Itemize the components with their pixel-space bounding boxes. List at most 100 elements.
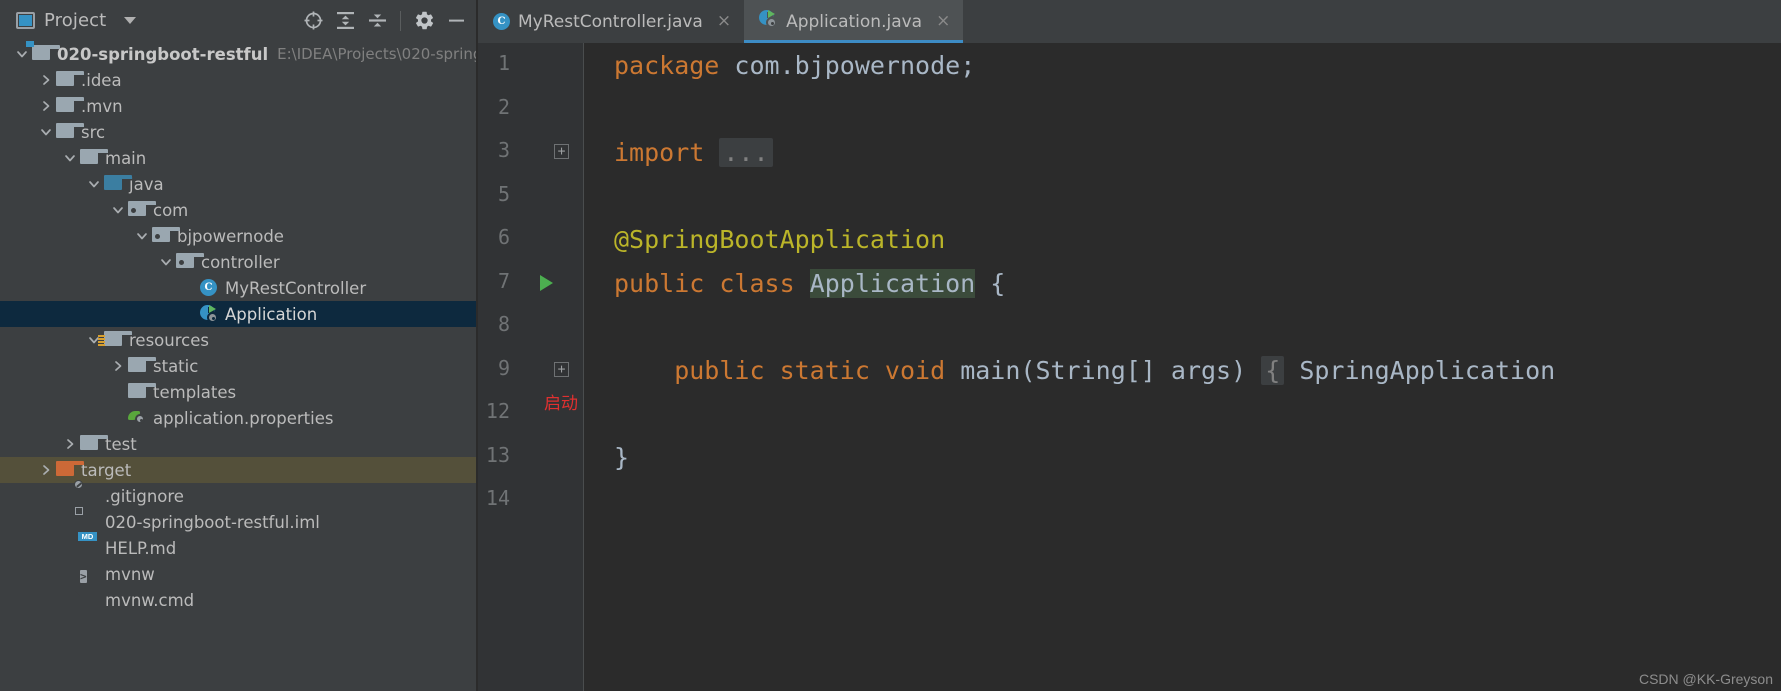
editor-tab-myrestcontroller-java[interactable]: C MyRestController.java × bbox=[478, 0, 744, 43]
editor-tab-application-java[interactable]: Application.java × bbox=[744, 0, 964, 43]
code-token: @SpringBootApplication bbox=[614, 225, 946, 254]
minimize-icon[interactable] bbox=[440, 5, 472, 37]
tree-node-label: .gitignore bbox=[105, 486, 184, 506]
tree-node-controller[interactable]: controller bbox=[0, 249, 478, 275]
tree-node-static[interactable]: static bbox=[0, 353, 478, 379]
chevron-right-icon[interactable] bbox=[62, 436, 78, 452]
tree-node-resources[interactable]: resources bbox=[0, 327, 478, 353]
tree-node-label: HELP.md bbox=[105, 538, 177, 558]
tree-node-src[interactable]: src bbox=[0, 119, 478, 145]
tree-node-target[interactable]: target bbox=[0, 457, 478, 483]
code-token: package bbox=[614, 51, 735, 80]
run-gutter-icon[interactable] bbox=[540, 274, 553, 291]
line-number: 9 bbox=[497, 355, 510, 380]
code-line[interactable]: @SpringBootApplication bbox=[614, 225, 945, 254]
code-token: } bbox=[614, 442, 630, 472]
chevron-right-icon[interactable] bbox=[110, 358, 126, 374]
chevron-down-icon[interactable] bbox=[62, 150, 78, 166]
line-number: 2 bbox=[497, 94, 510, 119]
tree-node-path: E:\IDEA\Projects\020-springbo bbox=[277, 45, 478, 63]
project-icon bbox=[16, 12, 35, 29]
chevron-down-icon[interactable] bbox=[134, 228, 150, 244]
tree-node-test[interactable]: test bbox=[0, 431, 478, 457]
close-icon[interactable]: × bbox=[717, 13, 731, 30]
editor-tab-label: Application.java bbox=[786, 11, 923, 32]
gear-icon[interactable] bbox=[408, 5, 440, 37]
tree-node-020-springboot-restful-iml[interactable]: 020-springboot-restful.iml bbox=[0, 507, 478, 535]
editor-tab-bar-filler bbox=[963, 0, 1781, 43]
tree-node-com[interactable]: com bbox=[0, 197, 478, 223]
tree-node-icon bbox=[104, 175, 132, 193]
tree-node-mvnw-cmd[interactable]: mvnw.cmd bbox=[0, 587, 478, 613]
editor-tab-label: MyRestController.java bbox=[518, 11, 703, 32]
code-token: ... bbox=[719, 138, 773, 167]
tree-node-icon bbox=[128, 201, 156, 219]
project-tree[interactable]: 020-springboot-restful E:\IDEA\Projects\0… bbox=[0, 41, 478, 691]
tree-node-label: .mvn bbox=[81, 96, 123, 116]
tree-node-mvnw[interactable]: > mvnw bbox=[0, 561, 478, 587]
tree-node-icon: C bbox=[200, 279, 218, 297]
editor-body: 1 2 3 +5 6 7 8 9 +12 13 14 启动 package com.bjpowerno… bbox=[478, 43, 1781, 691]
tree-node--idea[interactable]: .idea bbox=[0, 67, 478, 93]
tree-node-label: com bbox=[153, 200, 189, 220]
line-number: 14 bbox=[485, 486, 510, 510]
chevron-down-icon[interactable] bbox=[124, 17, 137, 24]
tree-node-icon bbox=[26, 41, 60, 63]
chevron-down-icon[interactable] bbox=[86, 176, 102, 192]
tree-node-icon bbox=[152, 227, 180, 245]
expand-all-icon[interactable] bbox=[329, 5, 361, 37]
editor-tab-bar: C MyRestController.java × Application.java × bbox=[478, 0, 1781, 43]
tree-node-label: .idea bbox=[81, 70, 122, 90]
tree-node-icon bbox=[128, 357, 156, 375]
code-fold-marker[interactable]: + bbox=[554, 144, 569, 159]
code-token: { bbox=[1261, 355, 1285, 385]
editor-gutter[interactable]: 1 2 3 +5 6 7 8 9 +12 13 14 启动 bbox=[478, 43, 584, 691]
project-tool-window-header: Project bbox=[0, 0, 478, 41]
tree-node-label: target bbox=[81, 460, 132, 480]
tree-node-myrestcontroller[interactable]: C MyRestController bbox=[0, 275, 478, 301]
editor-pane: C MyRestController.java × Application.java ×… bbox=[478, 0, 1781, 691]
code-fold-marker[interactable]: + bbox=[554, 361, 569, 377]
tree-node-label: 020-springboot-restful.iml bbox=[105, 512, 320, 532]
close-icon[interactable]: × bbox=[936, 13, 950, 30]
tree-node-main[interactable]: main bbox=[0, 145, 478, 171]
toolbar-separator bbox=[400, 10, 401, 31]
chevron-down-icon[interactable] bbox=[110, 202, 126, 218]
tree-node-020-springboot-restful[interactable]: 020-springboot-restful E:\IDEA\Projects\0… bbox=[0, 41, 478, 67]
code-line[interactable]: package com.bjpowernode; bbox=[614, 51, 975, 80]
tree-node-help-md[interactable]: MD HELP.md bbox=[0, 532, 478, 561]
tree-node-application[interactable]: Application bbox=[0, 301, 478, 327]
tree-node--gitignore[interactable]: .gitignore bbox=[0, 480, 478, 509]
select-opened-file-icon[interactable] bbox=[297, 5, 329, 37]
code-line[interactable]: } bbox=[614, 443, 629, 472]
spring-boot-class-icon bbox=[759, 10, 778, 33]
code-line[interactable]: public class Application { bbox=[614, 268, 1005, 298]
tree-node-templates[interactable]: templates bbox=[0, 379, 478, 405]
tree-node-application-properties[interactable]: application.properties bbox=[0, 405, 478, 431]
tree-node--mvn[interactable]: .mvn bbox=[0, 93, 478, 119]
project-tool-window-title: Project bbox=[44, 10, 107, 31]
collapse-all-icon[interactable] bbox=[361, 5, 393, 37]
tree-node-label: main bbox=[105, 148, 147, 168]
code-token: public static void bbox=[614, 355, 961, 385]
tree-node-label: application.properties bbox=[153, 408, 334, 428]
chevron-down-icon[interactable] bbox=[14, 46, 30, 62]
code-line[interactable]: import ... bbox=[614, 138, 773, 167]
tree-node-java[interactable]: java bbox=[0, 171, 478, 197]
tree-node-icon bbox=[80, 149, 108, 167]
tree-node-label: templates bbox=[153, 382, 237, 402]
chevron-down-icon[interactable] bbox=[38, 124, 54, 140]
chevron-down-icon[interactable] bbox=[158, 254, 174, 270]
tree-node-label: mvnw.cmd bbox=[105, 590, 195, 610]
tree-node-label: java bbox=[129, 174, 164, 194]
code-line[interactable]: public static void main(String[] args) {… bbox=[614, 355, 1555, 385]
tree-node-label: 020-springboot-restful bbox=[57, 44, 269, 64]
project-title-group[interactable]: Project bbox=[16, 10, 137, 31]
chevron-right-icon[interactable] bbox=[38, 462, 54, 478]
code-area[interactable]: package com.bjpowernode; import ... @Sprin… bbox=[584, 43, 1781, 691]
chevron-right-icon[interactable] bbox=[38, 72, 54, 88]
tree-node-label: controller bbox=[201, 252, 280, 272]
chevron-right-icon[interactable] bbox=[38, 98, 54, 114]
tree-node-icon bbox=[176, 253, 204, 271]
tree-node-bjpowernode[interactable]: bjpowernode bbox=[0, 223, 478, 249]
